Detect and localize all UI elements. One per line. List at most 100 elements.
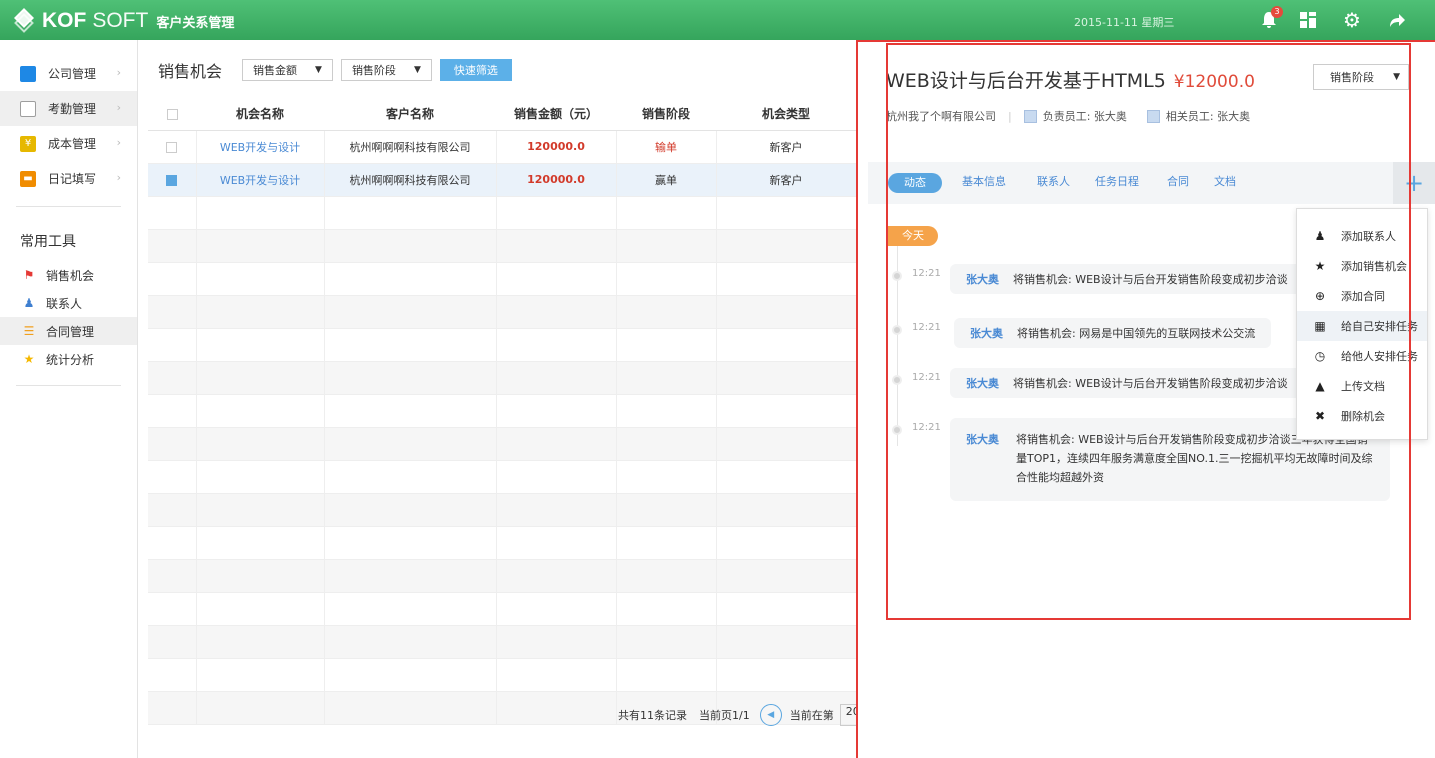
opportunity-price: ¥12000.0: [1173, 72, 1255, 92]
company-name[interactable]: 杭州我了个啊有限公司: [886, 108, 996, 124]
quick-filter-button[interactable]: 快速筛选: [439, 59, 512, 81]
select-all-cell[interactable]: [148, 98, 196, 131]
stage-select[interactable]: 销售阶段 ▼: [1313, 64, 1409, 90]
menu-item-upload-doc[interactable]: ▲ 上传文档: [1297, 371, 1427, 401]
tab-tasks[interactable]: 任务日程: [1095, 173, 1139, 189]
logo-soft-text: SOFT: [92, 9, 149, 32]
caret-down-icon: ▼: [1393, 72, 1400, 82]
opportunity-name-link[interactable]: WEB开发与设计: [196, 130, 325, 164]
main-content: 销售机会 销售金额 ▼ 销售阶段 ▼ 快速筛选 机会名称 客户名称 销售金额（元…: [138, 40, 864, 758]
tool-item-label: 合同管理: [46, 324, 95, 339]
tools-section-title: 常用工具: [20, 234, 76, 250]
select-value: 销售阶段: [1330, 71, 1374, 84]
tool-item-contacts[interactable]: ♟ 联系人: [0, 289, 137, 317]
empty-row: [148, 229, 857, 263]
timeline-card: 张大奥 将销售机会: WEB设计与后台开发销售阶段变成初步洽谈: [950, 264, 1304, 294]
stage-filter-select[interactable]: 销售阶段 ▼: [340, 59, 432, 81]
timeline-time: 12:21: [912, 372, 941, 383]
top-bar: KOF SOFT 客户关系管理 2015-11-11 星期三 3 ⚙: [0, 0, 1435, 40]
amount-cell: 120000.0: [496, 130, 617, 164]
opportunity-title: WEB设计与后台开发基于HTML5 ¥12000.0: [886, 66, 1255, 93]
flag-icon: ⚑: [23, 268, 35, 282]
stage-cell: 赢单: [616, 163, 717, 197]
timeline-user[interactable]: 张大奥: [970, 327, 1003, 340]
gear-icon[interactable]: ⚙: [1340, 8, 1364, 32]
nav-item-label: 公司管理: [48, 67, 97, 81]
select-value: 销售阶段: [351, 64, 396, 77]
app-logo[interactable]: KOF SOFT 客户关系管理: [14, 8, 234, 34]
sidebar-divider: [16, 206, 121, 207]
add-plus-button[interactable]: +: [1393, 162, 1435, 204]
empty-row: [148, 592, 857, 626]
nav-item-cost[interactable]: ¥ 成本管理 ›: [0, 126, 137, 161]
tool-item-sales[interactable]: ⚑ 销售机会: [0, 261, 137, 289]
menu-item-add-opportunity[interactable]: ★ 添加销售机会: [1297, 251, 1427, 281]
goto-label: 当前在第: [789, 709, 834, 722]
menu-item-delete-opportunity[interactable]: ✖ 删除机会: [1297, 401, 1427, 431]
tab-activity[interactable]: 动态: [888, 173, 942, 193]
opportunity-name: WEB设计与后台开发基于HTML5: [886, 70, 1166, 92]
share-icon[interactable]: [1385, 8, 1409, 32]
timeline-user[interactable]: 张大奥: [966, 377, 999, 390]
nav-item-label: 成本管理: [48, 137, 97, 151]
empty-row: [148, 394, 857, 428]
nav-item-label: 日记填写: [48, 172, 97, 186]
menu-item-add-contact[interactable]: ♟ 添加联系人: [1297, 221, 1427, 251]
column-header[interactable]: 销售金额（元）: [496, 98, 616, 131]
nav-item-diary[interactable]: ▬ 日记填写 ›: [0, 161, 137, 196]
row-checkbox[interactable]: [166, 174, 178, 186]
timeline-user[interactable]: 张大奥: [966, 430, 999, 449]
total-records: 共有11条记录: [618, 709, 687, 722]
stage-cell: 输单: [616, 130, 717, 164]
timeline-text: 将销售机会: 网易是中国领先的互联网技术公交流: [1017, 327, 1256, 340]
empty-row: [148, 361, 857, 395]
tab-contracts[interactable]: 合同: [1167, 173, 1189, 189]
related-employee: 相关员工: 张大奥: [1165, 110, 1251, 123]
opportunity-name-link[interactable]: WEB开发与设计: [196, 163, 325, 197]
menu-item-label: 添加联系人: [1341, 230, 1396, 243]
tab-contacts[interactable]: 联系人: [1037, 173, 1070, 189]
tool-item-label: 联系人: [46, 296, 83, 311]
menu-item-others-task[interactable]: ◷ 给他人安排任务: [1297, 341, 1427, 371]
nav-item-attendance[interactable]: 考勤管理 ›: [0, 91, 137, 126]
select-all-checkbox[interactable]: [166, 108, 178, 120]
caret-down-icon: ▼: [413, 65, 421, 75]
grid-icon[interactable]: [1296, 8, 1320, 32]
customer-cell: 杭州啊啊啊科技有限公司: [324, 130, 497, 164]
tab-documents[interactable]: 文档: [1214, 173, 1236, 189]
select-value: 销售金额: [253, 64, 298, 77]
caret-down-icon: ▼: [315, 65, 322, 75]
column-header[interactable]: 销售阶段: [616, 98, 716, 131]
table-row[interactable]: WEB开发与设计 杭州啊啊啊科技有限公司 120000.0 赢单 新客户: [148, 163, 857, 197]
row-checkbox[interactable]: [166, 141, 178, 153]
tool-item-stats[interactable]: ★ 统计分析: [0, 345, 137, 373]
amount-filter-select[interactable]: 销售金额 ▼: [242, 59, 333, 81]
logo-subtitle: 客户关系管理: [156, 15, 235, 31]
tool-item-contracts[interactable]: ☰ 合同管理: [0, 317, 137, 345]
nav-item-company[interactable]: 公司管理 ›: [0, 56, 137, 91]
bell-icon[interactable]: 3: [1257, 6, 1283, 32]
column-header[interactable]: 客户名称: [324, 98, 496, 131]
column-header[interactable]: 机会名称: [196, 98, 324, 131]
chevron-right-icon: ›: [116, 171, 121, 184]
timeline-time: 12:21: [912, 322, 941, 333]
nav-item-label: 考勤管理: [48, 102, 97, 116]
column-header[interactable]: 机会类型: [716, 98, 856, 131]
empty-row: [148, 328, 857, 362]
logo-layers-icon: [14, 8, 36, 33]
tab-basic-info[interactable]: 基本信息: [962, 173, 1006, 189]
type-cell: 新客户: [716, 163, 857, 197]
timeline-user[interactable]: 张大奥: [966, 273, 999, 286]
table-row[interactable]: WEB开发与设计 杭州啊啊啊科技有限公司 120000.0 输单 新客户: [148, 130, 857, 164]
empty-row: [148, 427, 857, 461]
menu-item-self-task[interactable]: ▦ 给自己安排任务: [1297, 311, 1427, 341]
id-card-icon: [1146, 109, 1160, 123]
chevron-right-icon: ›: [116, 136, 121, 149]
menu-item-add-contract[interactable]: ⊕ 添加合同: [1297, 281, 1427, 311]
timeline-card: 张大奥 将销售机会: 网易是中国领先的互联网技术公交流: [954, 318, 1272, 348]
timeline-dot: [892, 375, 902, 385]
prev-page-icon[interactable]: ◀: [759, 704, 782, 726]
timeline-dot: [892, 325, 902, 335]
page-title: 销售机会: [158, 62, 223, 81]
chevron-right-icon: ›: [116, 101, 121, 114]
